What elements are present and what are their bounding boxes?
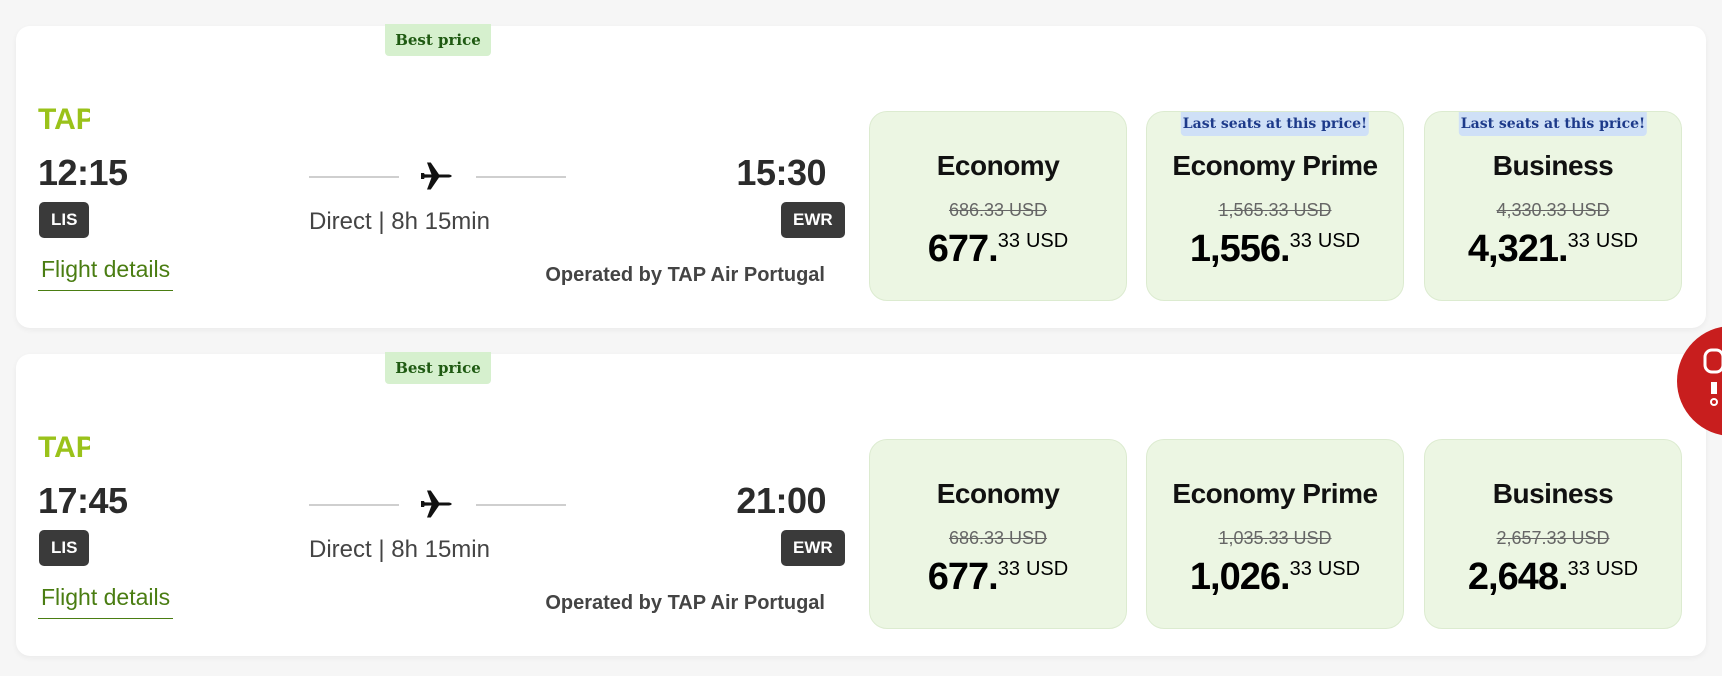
fare-option-economy-prime[interactable]: Economy Prime 1,035.33 USD 1,026.33 USD	[1146, 439, 1404, 629]
original-price: 1,565.33 USD	[1218, 200, 1332, 220]
fare-option-business[interactable]: Last seats at this price! Business 4,330…	[1424, 111, 1682, 301]
price-currency: USD	[1595, 230, 1639, 252]
svg-text:TAP: TAP	[38, 431, 90, 462]
fare-price: 677.33 USD	[870, 556, 1126, 599]
fare-name: Economy Prime	[1172, 150, 1378, 181]
original-price: 1,035.33 USD	[1218, 528, 1332, 548]
price-main: 1,556.	[1189, 228, 1291, 270]
fare-price: 1,556.33 USD	[1147, 228, 1403, 271]
price-currency: USD	[1025, 558, 1069, 580]
price-main: 4,321.	[1467, 228, 1569, 270]
price-cents: 33	[1567, 230, 1590, 252]
flight-card: Best price TAP 17:45 LIS Flight details …	[16, 352, 1706, 656]
original-price: 4,330.33 USD	[1496, 200, 1610, 220]
original-price: 686.33 USD	[948, 200, 1048, 220]
tap-logo: TAP	[38, 103, 90, 134]
price-cents: 33	[1289, 230, 1312, 252]
departure-airport-code: LIS	[39, 530, 90, 566]
price-currency: USD	[1317, 230, 1361, 252]
flight-duration: Direct | 8h 15min	[309, 208, 490, 235]
operated-by: Operated by TAP Air Portugal	[545, 264, 825, 286]
fare-price: 677.33 USD	[870, 228, 1126, 271]
best-price-badge: Best price	[385, 352, 491, 384]
fare-option-business[interactable]: Business 2,657.33 USD 2,648.33 USD	[1424, 439, 1682, 629]
fare-price: 1,026.33 USD	[1147, 556, 1403, 599]
route-line	[309, 176, 399, 178]
last-seats-notice: Last seats at this price!	[1180, 112, 1370, 136]
flight-duration: Direct | 8h 15min	[309, 536, 490, 563]
flight-details-link[interactable]: Flight details	[38, 256, 174, 291]
price-currency: USD	[1595, 558, 1639, 580]
route-line	[476, 176, 566, 178]
fare-option-economy-prime[interactable]: Last seats at this price! Economy Prime …	[1146, 111, 1404, 301]
svg-text:TAP: TAP	[38, 103, 90, 134]
departure-time: 17:45	[38, 480, 128, 521]
price-currency: USD	[1317, 558, 1361, 580]
fare-price: 2,648.33 USD	[1425, 556, 1681, 599]
flight-details-link[interactable]: Flight details	[38, 584, 174, 619]
tap-logo: TAP	[38, 431, 90, 462]
fare-name: Economy Prime	[1172, 478, 1378, 509]
last-seats-notice: Last seats at this price!	[1458, 112, 1648, 136]
original-price: 2,657.33 USD	[1496, 528, 1610, 548]
plane-icon	[421, 490, 452, 518]
price-cents: 33	[997, 230, 1020, 252]
departure-airport-code: LIS	[39, 202, 90, 238]
departure-time: 12:15	[38, 152, 128, 193]
arrival-airport-code: EWR	[781, 202, 845, 238]
price-cents: 33	[1567, 558, 1590, 580]
price-main: 677.	[927, 228, 999, 270]
best-price-badge: Best price	[385, 24, 491, 56]
price-main: 2,648.	[1467, 556, 1569, 598]
price-cents: 33	[1289, 558, 1312, 580]
chat-icon	[1703, 348, 1722, 406]
fare-name: Economy	[936, 150, 1060, 181]
fare-name: Business	[1492, 150, 1614, 181]
fare-name: Economy	[936, 478, 1060, 509]
price-cents: 33	[997, 558, 1020, 580]
operated-by: Operated by TAP Air Portugal	[545, 592, 825, 614]
route-line	[309, 504, 399, 506]
fare-name: Business	[1492, 478, 1614, 509]
original-price: 686.33 USD	[948, 528, 1048, 548]
plane-icon	[421, 162, 452, 190]
fare-price: 4,321.33 USD	[1425, 228, 1681, 271]
fare-option-economy[interactable]: Economy 686.33 USD 677.33 USD	[869, 111, 1127, 301]
arrival-time: 15:30	[736, 152, 826, 193]
flight-card: Best price TAP 12:15 LIS Flight details …	[16, 24, 1706, 328]
price-main: 1,026.	[1189, 556, 1291, 598]
fare-option-economy[interactable]: Economy 686.33 USD 677.33 USD	[869, 439, 1127, 629]
price-currency: USD	[1025, 230, 1069, 252]
route-line	[476, 504, 566, 506]
price-main: 677.	[927, 556, 999, 598]
arrival-time: 21:00	[736, 480, 826, 521]
arrival-airport-code: EWR	[781, 530, 845, 566]
